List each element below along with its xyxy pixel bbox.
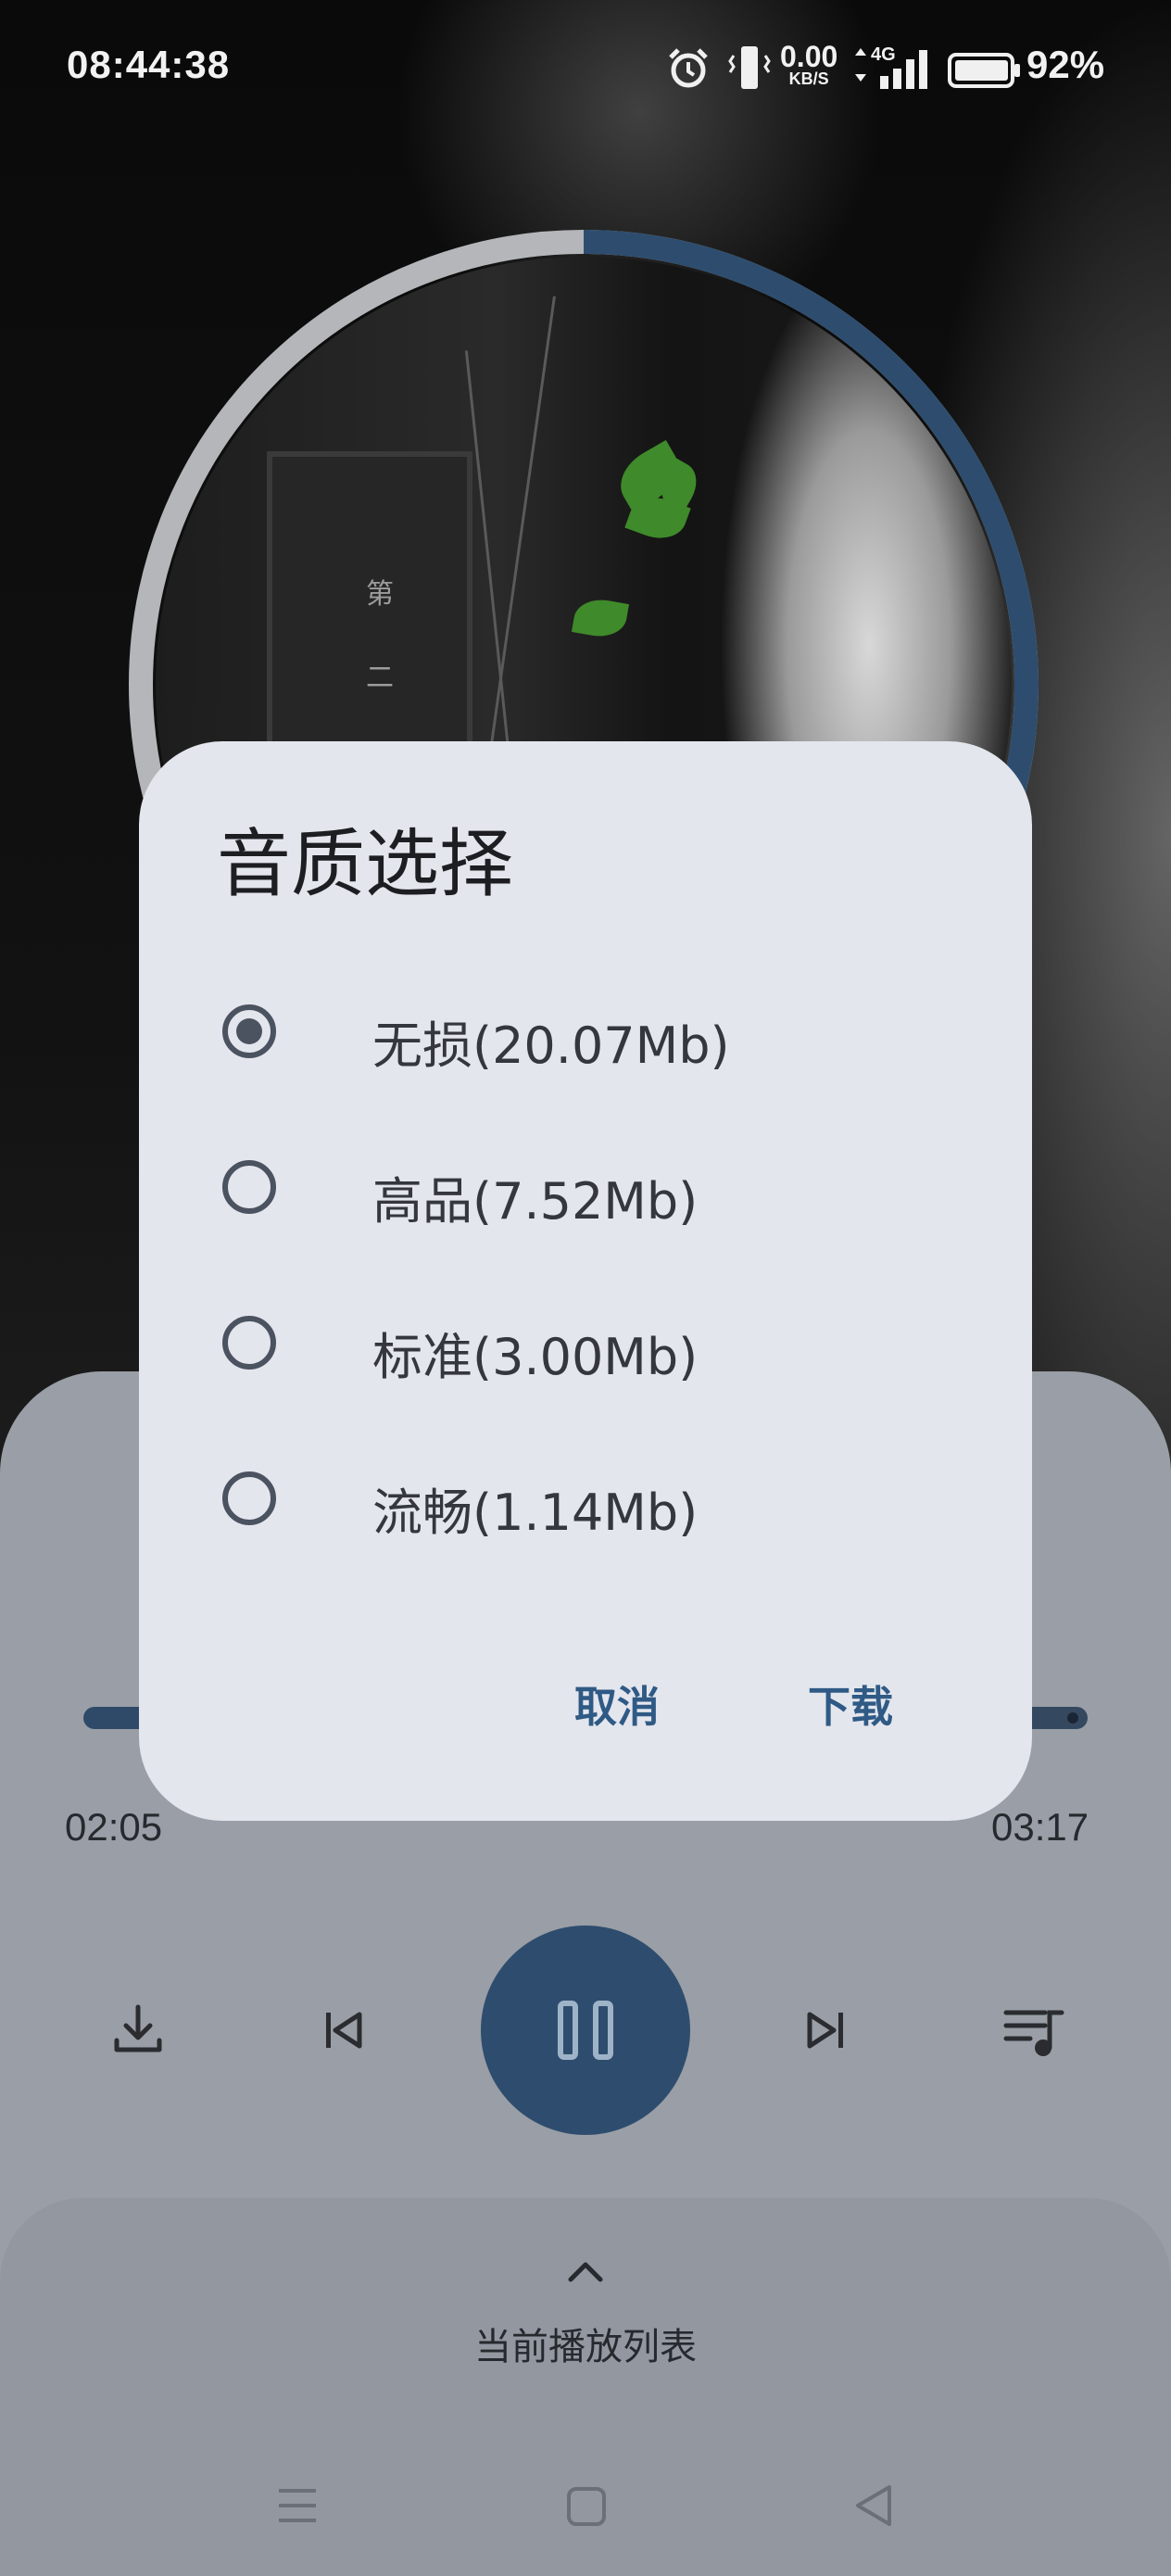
option-label: 高品(7.52Mb) [372,1172,699,1231]
radio-button[interactable] [222,1160,276,1214]
download-icon[interactable] [109,2001,167,2059]
chevron-up-icon[interactable] [565,2257,606,2285]
skip-previous-icon[interactable] [321,2009,367,2052]
menu-nav-icon[interactable] [276,2485,319,2526]
quality-option-smooth[interactable]: 流畅(1.14Mb) [204,1457,760,1542]
radio-button[interactable] [222,1471,276,1525]
net-speed: 0.00 KB/S [780,40,838,87]
download-button[interactable]: 下载 [808,1673,893,1735]
radio-selected-dot [236,1018,262,1044]
pause-button[interactable] [481,1926,690,2135]
option-label: 无损(20.07Mb) [372,1017,730,1075]
battery-icon [948,53,1020,88]
cancel-button[interactable]: 取消 [574,1673,660,1735]
option-label: 流畅(1.14Mb) [372,1484,699,1542]
radio-button[interactable] [222,1316,276,1370]
radio-button[interactable] [222,1004,276,1058]
current-time: 02:05 [65,1805,163,1849]
vibrate-icon [728,46,771,89]
home-nav-icon[interactable] [565,2485,608,2528]
quality-option-standard[interactable]: 标准(3.00Mb) [204,1301,760,1386]
quality-option-lossless[interactable]: 无损(20.07Mb) [204,990,760,1075]
alarm-icon [669,48,708,88]
pause-icon [558,2001,613,2060]
signal-icon [880,50,927,89]
battery-percent: 92% [1026,43,1105,86]
back-nav-icon[interactable] [852,2483,895,2528]
option-label: 标准(3.00Mb) [372,1328,699,1386]
net-speed-value: 0.00 [780,40,838,73]
dialog-title: 音质选择 [217,821,513,907]
total-time: 03:17 [991,1805,1089,1849]
seek-bar-end-dot [1067,1712,1078,1724]
playlist-label[interactable]: 当前播放列表 [0,2317,1171,2370]
status-clock: 08:44:38 [67,43,231,86]
skip-next-icon[interactable] [802,2009,849,2052]
quality-option-high[interactable]: 高品(7.52Mb) [204,1145,760,1231]
data-arrows-icon [855,48,866,82]
queue-music-icon[interactable] [1002,2005,1067,2061]
